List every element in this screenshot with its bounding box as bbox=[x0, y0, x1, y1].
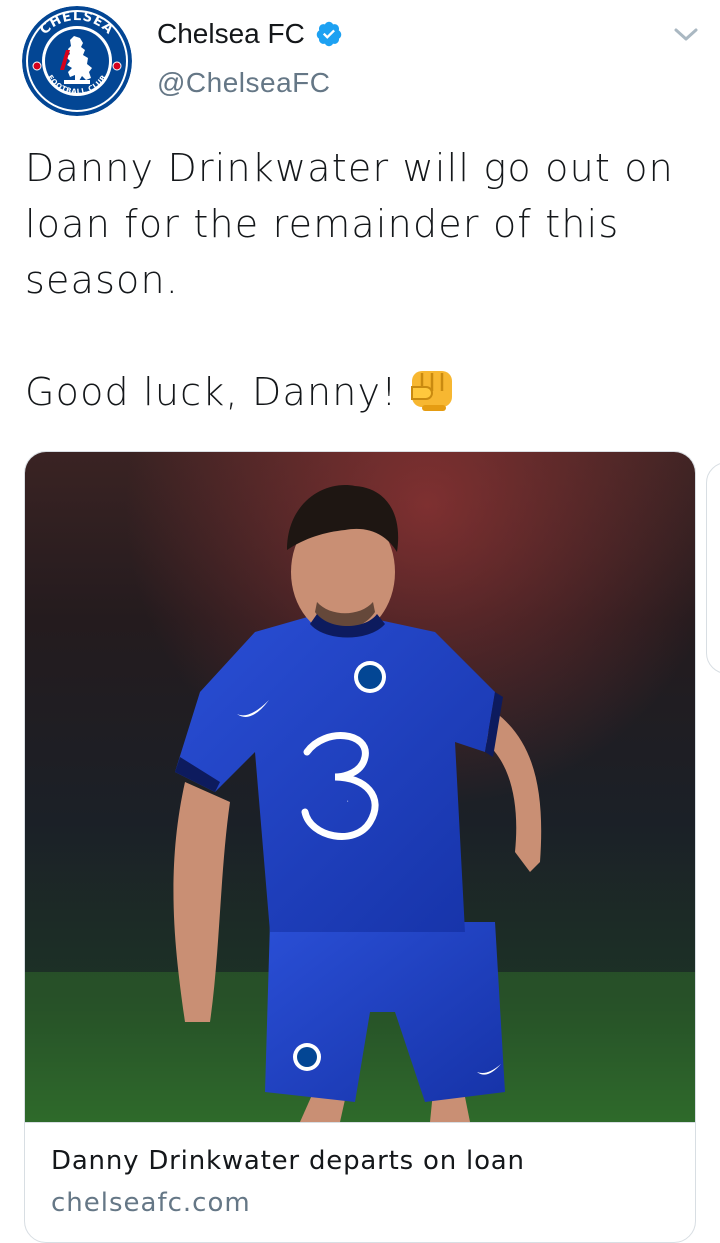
oncoming-fist-icon bbox=[410, 371, 452, 411]
author-name[interactable]: Chelsea FC bbox=[157, 14, 305, 54]
card-title[interactable]: Danny Drinkwater departs on loan bbox=[51, 1143, 525, 1179]
author-handle[interactable]: @ChelseaFC bbox=[157, 64, 330, 102]
tweet: CHELSEA FOOTBALL CLUB Chelsea FC @Chelse… bbox=[0, 0, 720, 1243]
card-domain[interactable]: chelseafc.com bbox=[51, 1185, 251, 1221]
chevron-down-icon[interactable] bbox=[672, 22, 700, 46]
avatar[interactable]: CHELSEA FOOTBALL CLUB bbox=[22, 6, 132, 116]
chelsea-crest-icon: CHELSEA FOOTBALL CLUB bbox=[22, 6, 132, 116]
tweet-text-line: Danny Drinkwater will go out on bbox=[25, 146, 674, 190]
link-card[interactable]: 3 Danny Drinkwater departs on loan chels… bbox=[24, 451, 696, 1243]
next-card-edge[interactable] bbox=[706, 462, 720, 674]
verified-badge-icon bbox=[316, 21, 342, 47]
tweet-text: Danny Drinkwater will go out on loan for… bbox=[25, 140, 695, 420]
author-name-row[interactable]: Chelsea FC bbox=[157, 14, 343, 54]
tweet-text-line: season. bbox=[25, 258, 180, 302]
tweet-text-line: loan for the remainder of this bbox=[25, 202, 620, 246]
tweet-text-line: Good luck, Danny! bbox=[25, 370, 398, 414]
tweet-text-second-paragraph: Good luck, Danny! bbox=[25, 364, 695, 420]
card-image[interactable]: 3 bbox=[25, 452, 695, 1122]
card-meta[interactable]: Danny Drinkwater departs on loan chelsea… bbox=[25, 1122, 695, 1218]
